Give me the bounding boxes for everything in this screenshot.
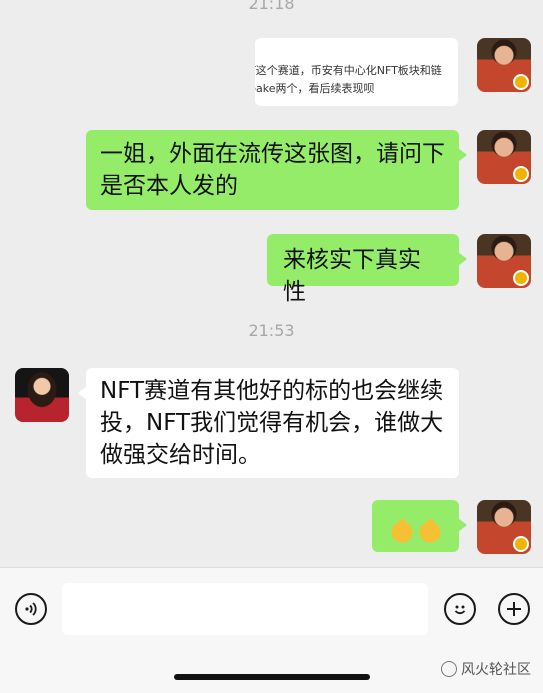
watermark: 风火轮社区 xyxy=(441,659,531,679)
message-bubble-sent[interactable]: 一姐，外面在流传这张图，请问下 是否本人发的 xyxy=(86,130,467,210)
message-bubble-sent[interactable]: 来核实下真实性 xyxy=(267,234,467,305)
verified-badge-icon xyxy=(513,270,529,286)
message-text-line: 投，NFT我们觉得有机会，谁做大 xyxy=(100,410,444,436)
emoji-button[interactable] xyxy=(444,593,476,625)
avatar-self[interactable] xyxy=(477,38,531,92)
verified-badge-icon xyxy=(513,166,529,182)
plus-icon xyxy=(507,602,521,616)
message-text-line: 是否本人发的 xyxy=(100,173,238,199)
quoted-message-line1: T这个赛道，币安有中心化NFT板块和链 xyxy=(255,64,442,77)
message-input[interactable] xyxy=(62,583,428,635)
voice-input-button[interactable] xyxy=(15,593,47,625)
chat-input-bar: 风火轮社区 xyxy=(0,567,543,693)
message-text-line: NFT赛道有其他好的标的也会继续 xyxy=(100,378,444,404)
avatar-self[interactable] xyxy=(477,234,531,288)
quoted-message-image[interactable]: T这个赛道，币安有中心化NFT板块和链 bake两个，看后续表现呗 xyxy=(255,38,458,106)
wechat-official-icon xyxy=(441,661,457,677)
message-text: 来核实下真实性 xyxy=(283,247,421,305)
thumbs-up-icon xyxy=(418,518,442,543)
message-bubble-received[interactable]: NFT赛道有其他好的标的也会继续 投，NFT我们觉得有机会，谁做大 做强交给时间… xyxy=(78,368,459,478)
verified-badge-icon xyxy=(513,74,529,90)
more-options-button[interactable] xyxy=(498,593,530,625)
verified-badge-icon xyxy=(513,536,529,552)
watermark-text: 风火轮社区 xyxy=(461,662,531,678)
quoted-message-line2: bake两个，看后续表现呗 xyxy=(255,82,375,95)
smiley-icon xyxy=(454,605,466,615)
avatar-self[interactable] xyxy=(477,500,531,554)
thumbs-up-icon xyxy=(390,518,414,543)
message-bubble-sent[interactable] xyxy=(372,500,467,552)
timestamp: 21:53 xyxy=(248,321,295,340)
voice-icon xyxy=(25,602,37,616)
home-indicator xyxy=(174,674,370,680)
avatar-self[interactable] xyxy=(477,130,531,184)
avatar-contact[interactable] xyxy=(15,368,69,422)
message-text-line: 做强交给时间。 xyxy=(100,442,261,468)
message-text-line: 一姐，外面在流传这张图，请问下 xyxy=(100,141,445,167)
timestamp-top: 21:18 xyxy=(248,0,295,13)
